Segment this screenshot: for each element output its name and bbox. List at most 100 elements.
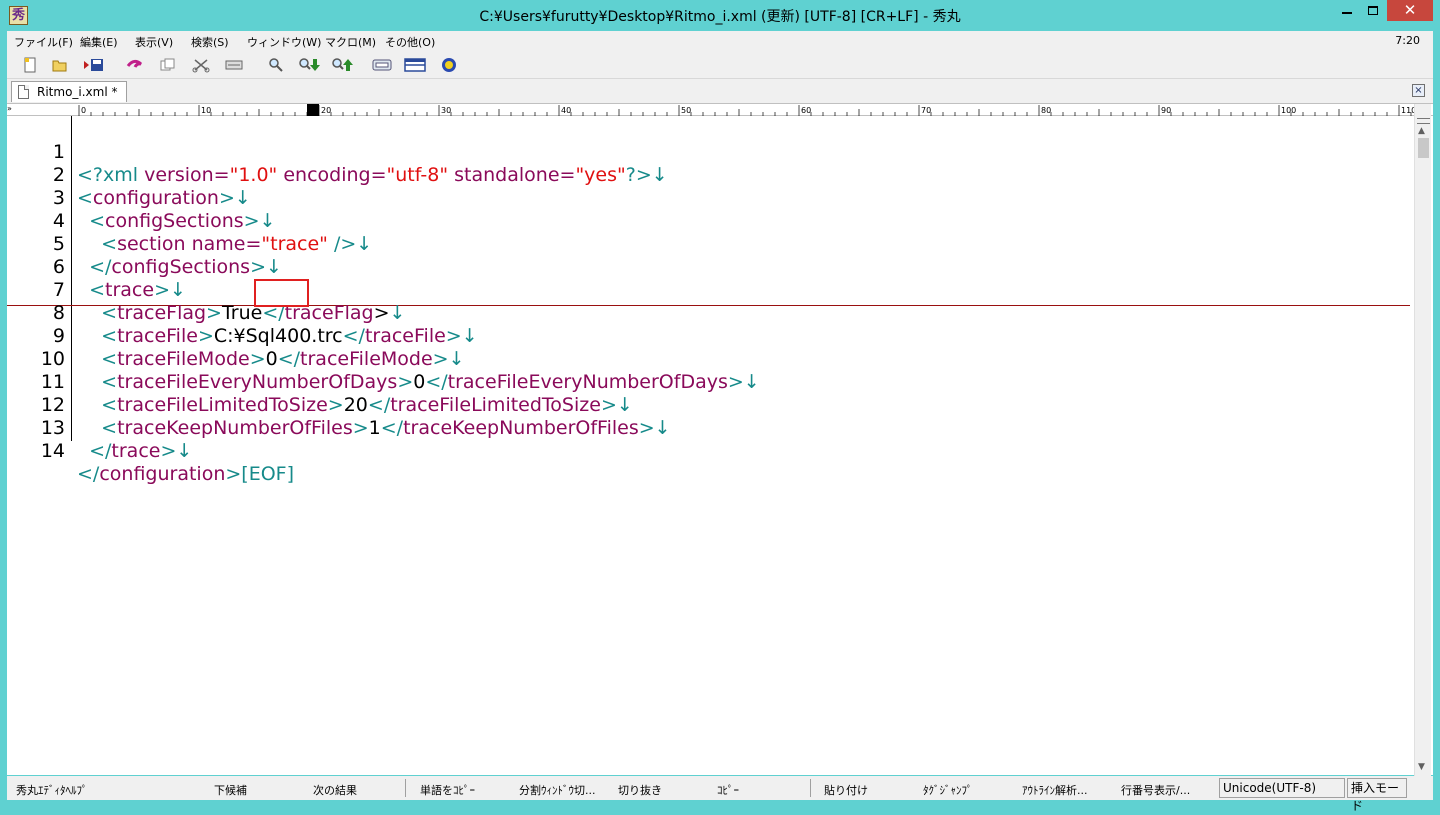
code-text[interactable]: <trace>↓: [77, 279, 186, 302]
maximize-button[interactable]: [1360, 0, 1386, 21]
split-window-icon[interactable]: [404, 54, 426, 76]
code-line-4: 4 <section name="trace" />↓: [7, 187, 372, 255]
eof-mark: [EOF]: [241, 463, 295, 485]
undo-icon[interactable]: [123, 54, 145, 76]
copy-icon[interactable]: [157, 54, 179, 76]
newline-mark: ↓: [176, 440, 193, 462]
document-icon: [18, 85, 29, 99]
code-text[interactable]: <configSections>↓: [77, 210, 276, 233]
code-line-14: 14 </configuration>[EOF]: [7, 417, 294, 485]
find-prev-icon[interactable]: [331, 54, 353, 76]
code-text[interactable]: <section name="trace" />↓: [77, 233, 372, 256]
scroll-up-arrow-icon[interactable]: ▲: [1418, 126, 1425, 136]
code-line-12: 12 <traceKeepNumberOfFiles>1</traceKeepN…: [7, 371, 671, 439]
minimize-icon: [1342, 12, 1352, 14]
fkey-copy[interactable]: ｺﾋﾟｰ: [717, 782, 739, 798]
newline-mark: ↓: [169, 279, 186, 301]
code-line-5: 5 </configSections>↓: [7, 210, 282, 278]
code-text[interactable]: <configuration>↓: [77, 187, 251, 210]
menu-search[interactable]: 検索(S): [191, 34, 229, 50]
code-line-7: 7 <traceFlag>True</traceFlag>↓: [7, 256, 406, 324]
code-text[interactable]: <traceFileLimitedToSize>20</traceFileLim…: [77, 394, 633, 417]
fkey-paste[interactable]: 貼り付け: [824, 782, 868, 798]
menu-macro[interactable]: マクロ(M): [325, 34, 376, 50]
title-bar[interactable]: 秀 C:¥Users¥furutty¥Desktop¥Ritmo_i.xml (…: [0, 0, 1440, 31]
code-line-10: 10 <traceFileEveryNumberOfDays>0</traceF…: [7, 325, 760, 393]
close-button[interactable]: ✕: [1387, 0, 1433, 21]
insert-mode-indicator[interactable]: 挿入モード: [1347, 778, 1407, 813]
fkey-line-numbers[interactable]: 行番号表示/...: [1121, 782, 1190, 798]
app-icon[interactable]: 秀: [9, 6, 28, 25]
code-line-13: 13 </trace>↓: [7, 394, 193, 462]
menu-window[interactable]: ウィンドウ(W): [247, 34, 321, 50]
editor-area[interactable]: » 0 10 20 30 40 50 60 70 80 90 100 110 1 <?xml vers…: [7, 103, 1433, 776]
code-text[interactable]: <traceFile>C:¥Sql400.trc</traceFile>↓: [77, 325, 478, 348]
save-icon[interactable]: [83, 54, 105, 76]
client-area: ファイル(F) 編集(E) 表示(V) 検索(S) ウィンドウ(W) マクロ(M…: [7, 31, 1433, 813]
code-text[interactable]: </configuration>[EOF]: [77, 463, 294, 486]
newline-mark: ↓: [356, 233, 373, 255]
find-icon[interactable]: [265, 54, 287, 76]
help-icon[interactable]: [438, 54, 460, 76]
vertical-scrollbar[interactable]: ▲ ▼: [1414, 104, 1431, 776]
fkey-help[interactable]: 秀丸ｴﾃﾞｨﾀﾍﾙﾌﾟ: [16, 782, 88, 798]
code-text[interactable]: </configSections>↓: [77, 256, 282, 279]
minimize-button[interactable]: [1334, 0, 1360, 21]
close-icon: ✕: [1403, 1, 1417, 19]
fkey-tag-jump[interactable]: ﾀｸﾞｼﾞｬﾝﾌﾟ: [923, 782, 973, 798]
menu-bar: ファイル(F) 編集(E) 表示(V) 検索(S) ウィンドウ(W) マクロ(M…: [7, 31, 1433, 51]
ruler-label: 10: [201, 106, 211, 115]
scroll-down-arrow-icon[interactable]: ▼: [1418, 762, 1425, 772]
menu-file[interactable]: ファイル(F): [14, 34, 73, 50]
code-line-11: 11 <traceFileLimitedToSize>20</traceFile…: [7, 348, 633, 416]
menu-view[interactable]: 表示(V): [135, 34, 173, 50]
code-line-8: 8 <traceFile>C:¥Sql400.trc</traceFile>↓: [7, 279, 478, 347]
ruler-label: 80: [1041, 106, 1051, 115]
keyboard-icon[interactable]: [371, 54, 393, 76]
paste-icon[interactable]: [223, 54, 245, 76]
close-tab-button[interactable]: ×: [1412, 84, 1425, 97]
code-text[interactable]: <traceFileMode>0</traceFileMode>↓: [77, 348, 465, 371]
cut-icon[interactable]: [190, 54, 212, 76]
ruler-label: 20: [321, 106, 331, 115]
new-file-icon[interactable]: [19, 54, 41, 76]
tab-bar: Ritmo_i.xml * ×: [7, 78, 1433, 102]
menu-other[interactable]: その他(O): [385, 34, 435, 50]
toolbar: [7, 52, 1433, 78]
fkey-outline[interactable]: ｱｳﾄﾗｲﾝ解析...: [1022, 782, 1088, 798]
code-text[interactable]: </trace>↓: [77, 440, 192, 463]
ruler-label: 60: [801, 106, 811, 115]
tab-ritmo-xml[interactable]: Ritmo_i.xml *: [11, 81, 127, 102]
code-text[interactable]: <?xml version="1.0" encoding="utf-8" sta…: [77, 164, 668, 187]
fkey-copy-word[interactable]: 単語をｺﾋﾟｰ: [420, 782, 475, 798]
newline-mark: ↓: [448, 348, 465, 370]
open-folder-icon[interactable]: [49, 54, 71, 76]
encoding-indicator[interactable]: Unicode(UTF-8): [1219, 778, 1345, 798]
code-text[interactable]: <traceFlag>True</traceFlag>↓: [77, 302, 405, 325]
newline-mark: ↓: [259, 210, 276, 232]
code-line-3: 3 <configSections>↓: [7, 164, 276, 232]
menu-edit[interactable]: 編集(E): [80, 34, 118, 50]
fkey-next-result[interactable]: 次の結果: [313, 782, 357, 798]
split-handle[interactable]: [1417, 118, 1430, 124]
column-ruler: » 0 10 20 30 40 50 60 70 80 90 100 110: [7, 104, 1433, 116]
code-line-9: 9 <traceFileMode>0</traceFileMode>↓: [7, 302, 465, 370]
ruler-label: 110: [1401, 106, 1414, 115]
find-next-icon[interactable]: [298, 54, 320, 76]
fkey-split-window[interactable]: 分割ｳｨﾝﾄﾞｳ切...: [519, 782, 596, 798]
maximize-icon: [1368, 6, 1378, 15]
scroll-thumb[interactable]: [1418, 138, 1429, 158]
newline-mark: ↓: [461, 325, 478, 347]
newline-mark: ↓: [234, 187, 251, 209]
ruler-label: 90: [1161, 106, 1171, 115]
fkey-cut[interactable]: 切り抜き: [618, 782, 662, 798]
code-text[interactable]: <traceKeepNumberOfFiles>1</traceKeepNumb…: [77, 417, 670, 440]
fkey-next-candidate[interactable]: 下候補: [214, 782, 247, 798]
ruler-label: 70: [921, 106, 931, 115]
newline-mark: ↓: [265, 256, 282, 278]
line-number: 14: [40, 440, 65, 462]
code-line-1: 1 <?xml version="1.0" encoding="utf-8" s…: [7, 118, 668, 186]
code-text[interactable]: <traceFileEveryNumberOfDays>0</traceFile…: [77, 371, 760, 394]
separator: [810, 779, 811, 797]
clock: 7:20: [1395, 34, 1420, 47]
